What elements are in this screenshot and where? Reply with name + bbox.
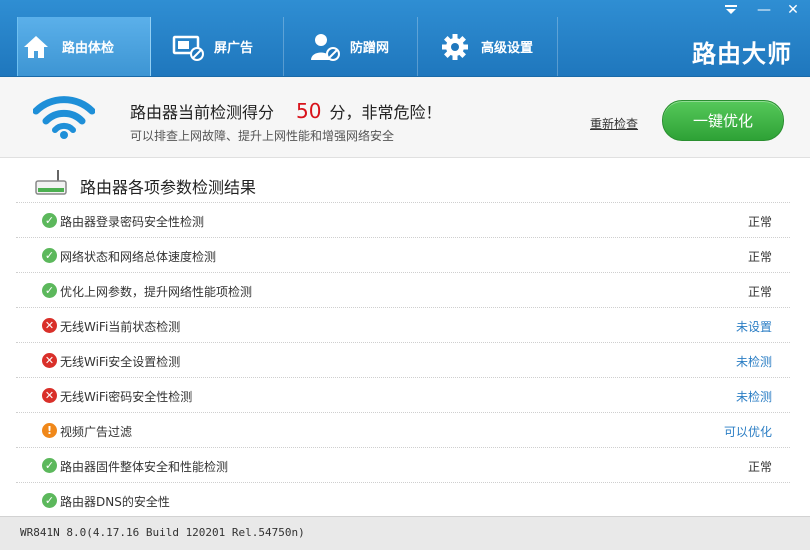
router-icon — [34, 170, 68, 196]
tab-anti-freeloader[interactable]: 防蹭网 — [306, 17, 416, 76]
tab-block-ads[interactable]: 屏广告 — [170, 17, 280, 76]
check-row: ✕ 无线WiFi安全设置检测 未检测 — [16, 342, 790, 377]
check-label: 视频广告过滤 — [60, 425, 133, 439]
check-row: ✕ 无线WiFi当前状态检测 未设置 — [16, 307, 790, 342]
check-ok-icon: ✓ — [42, 213, 57, 228]
check-ok-icon: ✓ — [42, 248, 57, 263]
check-result: 正常 — [747, 250, 772, 264]
check-label: 优化上网参数，提升网络性能项检测 — [60, 285, 253, 299]
check-row: ✓ 优化上网参数，提升网络性能项检测 正常 — [16, 272, 790, 307]
tab-router-checkup[interactable]: 路由体检 — [17, 17, 151, 76]
check-row: ✓ 网络状态和网络总体速度检测 正常 — [16, 237, 790, 272]
tab-label: 屏广告 — [214, 41, 254, 56]
router-master-window: — ✕ 路由体检 屏广告 防蹭网 高级设置 路由大师 路由器当前检测得分 50 … — [0, 0, 810, 550]
recheck-link[interactable]: 重新检查 — [590, 115, 638, 132]
section-title: 路由器各项参数检测结果 — [80, 178, 257, 197]
tab-label: 防蹭网 — [350, 41, 390, 56]
brand-logo: 路由大师 — [692, 40, 792, 68]
top-navigation-bar: — ✕ 路由体检 屏广告 防蹭网 高级设置 路由大师 — [0, 0, 810, 77]
tab-label: 路由体检 — [62, 41, 115, 56]
minimize-button[interactable]: — — [750, 0, 778, 20]
user-block-icon — [306, 29, 342, 65]
one-click-optimize-button[interactable]: 一键优化 — [662, 100, 784, 141]
check-label: 无线WiFi密码安全性检测 — [60, 390, 193, 404]
check-error-icon: ✕ — [42, 318, 57, 333]
check-row: ! 视频广告过滤 可以优化 — [16, 412, 790, 447]
wifi-icon — [32, 95, 96, 139]
status-bar: WR841N 8.0(4.17.16 Build 120201 Rel.5475… — [0, 516, 810, 550]
dropdown-menu-icon[interactable] — [717, 0, 745, 20]
check-label: 网络状态和网络总体速度检测 — [60, 250, 217, 264]
tab-label: 高级设置 — [481, 41, 534, 56]
score-title: 路由器当前检测得分 50 分，非常危险！ — [130, 99, 441, 123]
score-title-suffix: 分，非常危险！ — [329, 103, 442, 122]
check-label: 路由器DNS的安全性 — [60, 495, 170, 509]
check-warning-icon: ! — [42, 423, 57, 438]
check-label: 无线WiFi安全设置检测 — [60, 355, 181, 369]
check-ok-icon: ✓ — [42, 283, 57, 298]
check-result-link[interactable]: 未设置 — [736, 318, 772, 335]
check-error-icon: ✕ — [42, 353, 57, 368]
tab-advanced-settings[interactable]: 高级设置 — [437, 17, 557, 76]
score-subtitle: 可以排查上网故障、提升上网性能和增强网络安全 — [130, 129, 395, 143]
check-result-link[interactable]: 可以优化 — [724, 423, 772, 440]
check-result-link[interactable]: 未检测 — [736, 353, 772, 370]
close-button[interactable]: ✕ — [779, 0, 807, 20]
check-error-icon: ✕ — [42, 388, 57, 403]
score-value: 50 — [296, 99, 322, 123]
check-row: ✓ 路由器DNS的安全性 — [16, 482, 790, 517]
check-result: 正常 — [747, 215, 772, 229]
check-result: 正常 — [747, 285, 772, 299]
check-result: 正常 — [747, 460, 772, 474]
home-icon — [18, 29, 54, 65]
check-result-link[interactable]: 未检测 — [736, 388, 772, 405]
check-label: 路由器登录密码安全性检测 — [60, 215, 205, 229]
block-ad-icon — [170, 29, 206, 65]
check-label: 无线WiFi当前状态检测 — [60, 320, 181, 334]
check-row: ✓ 路由器固件整体安全和性能检测 正常 — [16, 447, 790, 482]
check-row: ✓ 路由器登录密码安全性检测 正常 — [16, 202, 790, 237]
firmware-version: WR841N 8.0(4.17.16 Build 120201 Rel.5475… — [20, 526, 305, 539]
gear-icon — [437, 29, 473, 65]
check-row: ✕ 无线WiFi密码安全性检测 未检测 — [16, 377, 790, 412]
check-ok-icon: ✓ — [42, 458, 57, 473]
check-ok-icon: ✓ — [42, 493, 57, 508]
score-title-prefix: 路由器当前检测得分 — [130, 103, 275, 122]
check-label: 路由器固件整体安全和性能检测 — [60, 460, 229, 474]
